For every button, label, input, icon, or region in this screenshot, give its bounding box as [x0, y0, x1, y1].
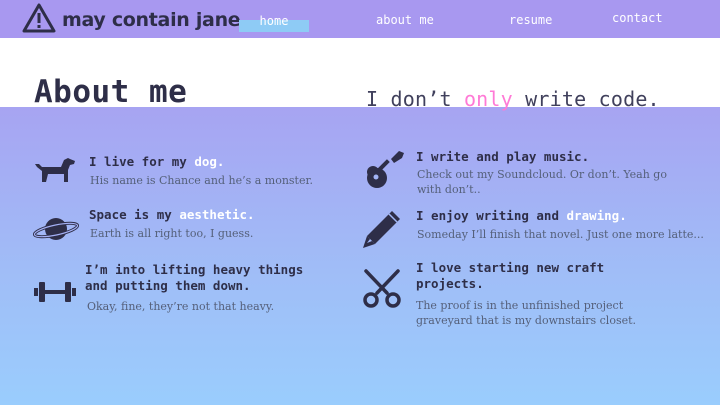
tagline: I don’t only write code. [366, 89, 660, 109]
tagline-accent: only [463, 87, 513, 111]
title-line-2: and putting them down. [85, 278, 251, 293]
interest-music-title: I write and play music. [416, 149, 590, 164]
interest-writing-desc: Someday I’ll finish that novel. Just one… [417, 228, 704, 241]
interest-dog-desc: His name is Chance and he’s a monster. [90, 174, 314, 187]
title-text: I enjoy writing and [416, 208, 567, 223]
logo-link[interactable]: may contain jane [22, 3, 241, 37]
page-title: About me [34, 74, 188, 110]
title-text: I live for my [89, 154, 195, 169]
desc-line-2: graveyard that is my downstairs closet. [416, 314, 637, 327]
scissors-icon [362, 267, 402, 313]
planet-icon [32, 214, 80, 248]
interest-space-title: Space is my aesthetic. [89, 207, 255, 223]
pencil-icon [361, 208, 403, 254]
interest-craft-title: I love starting new craft projects. [416, 260, 604, 292]
dog-icon [33, 155, 77, 183]
interest-writing-title: I enjoy writing and drawing. [416, 208, 627, 224]
title-highlight: dog. [194, 154, 225, 169]
dumbbell-icon [34, 280, 76, 308]
logo-text: may contain jane [62, 9, 241, 31]
about-content [0, 107, 720, 405]
desc-line-1: Check out my Soundcloud. Or don’t. Yeah … [417, 168, 667, 181]
interest-lifting-desc: Okay, fine, they’re not that heavy. [87, 300, 275, 313]
title-text: Space is my [89, 207, 180, 222]
title-line-2: projects. [416, 276, 484, 291]
desc-line-2: with don’t.. [417, 183, 481, 196]
nav-contact[interactable]: contact [612, 11, 663, 25]
warning-icon [22, 3, 56, 37]
interest-lifting-title: I’m into lifting heavy things and putting… [85, 262, 303, 294]
title-line-1: I love starting new craft [416, 260, 605, 275]
tagline-text-start: I don’t [366, 87, 464, 111]
guitar-icon [364, 149, 406, 195]
tagline-text-end: write code. [512, 87, 660, 111]
nav-home[interactable]: home [240, 14, 308, 28]
title-line-1: I’m into lifting heavy things [85, 262, 304, 277]
interest-craft-desc: The proof is in the unfinished project gr… [416, 298, 636, 328]
title-highlight: aesthetic. [179, 207, 255, 222]
title-highlight: drawing. [566, 208, 627, 223]
top-navbar: may contain jane home about me resume co… [0, 0, 720, 38]
interest-music-desc: Check out my Soundcloud. Or don’t. Yeah … [417, 167, 667, 197]
desc-line-1: The proof is in the unfinished project [416, 299, 624, 312]
nav-resume[interactable]: resume [509, 13, 552, 27]
interest-space-desc: Earth is all right too, I guess. [90, 227, 254, 240]
nav-about-me[interactable]: about me [376, 13, 434, 27]
interest-dog-title: I live for my dog. [89, 154, 224, 170]
